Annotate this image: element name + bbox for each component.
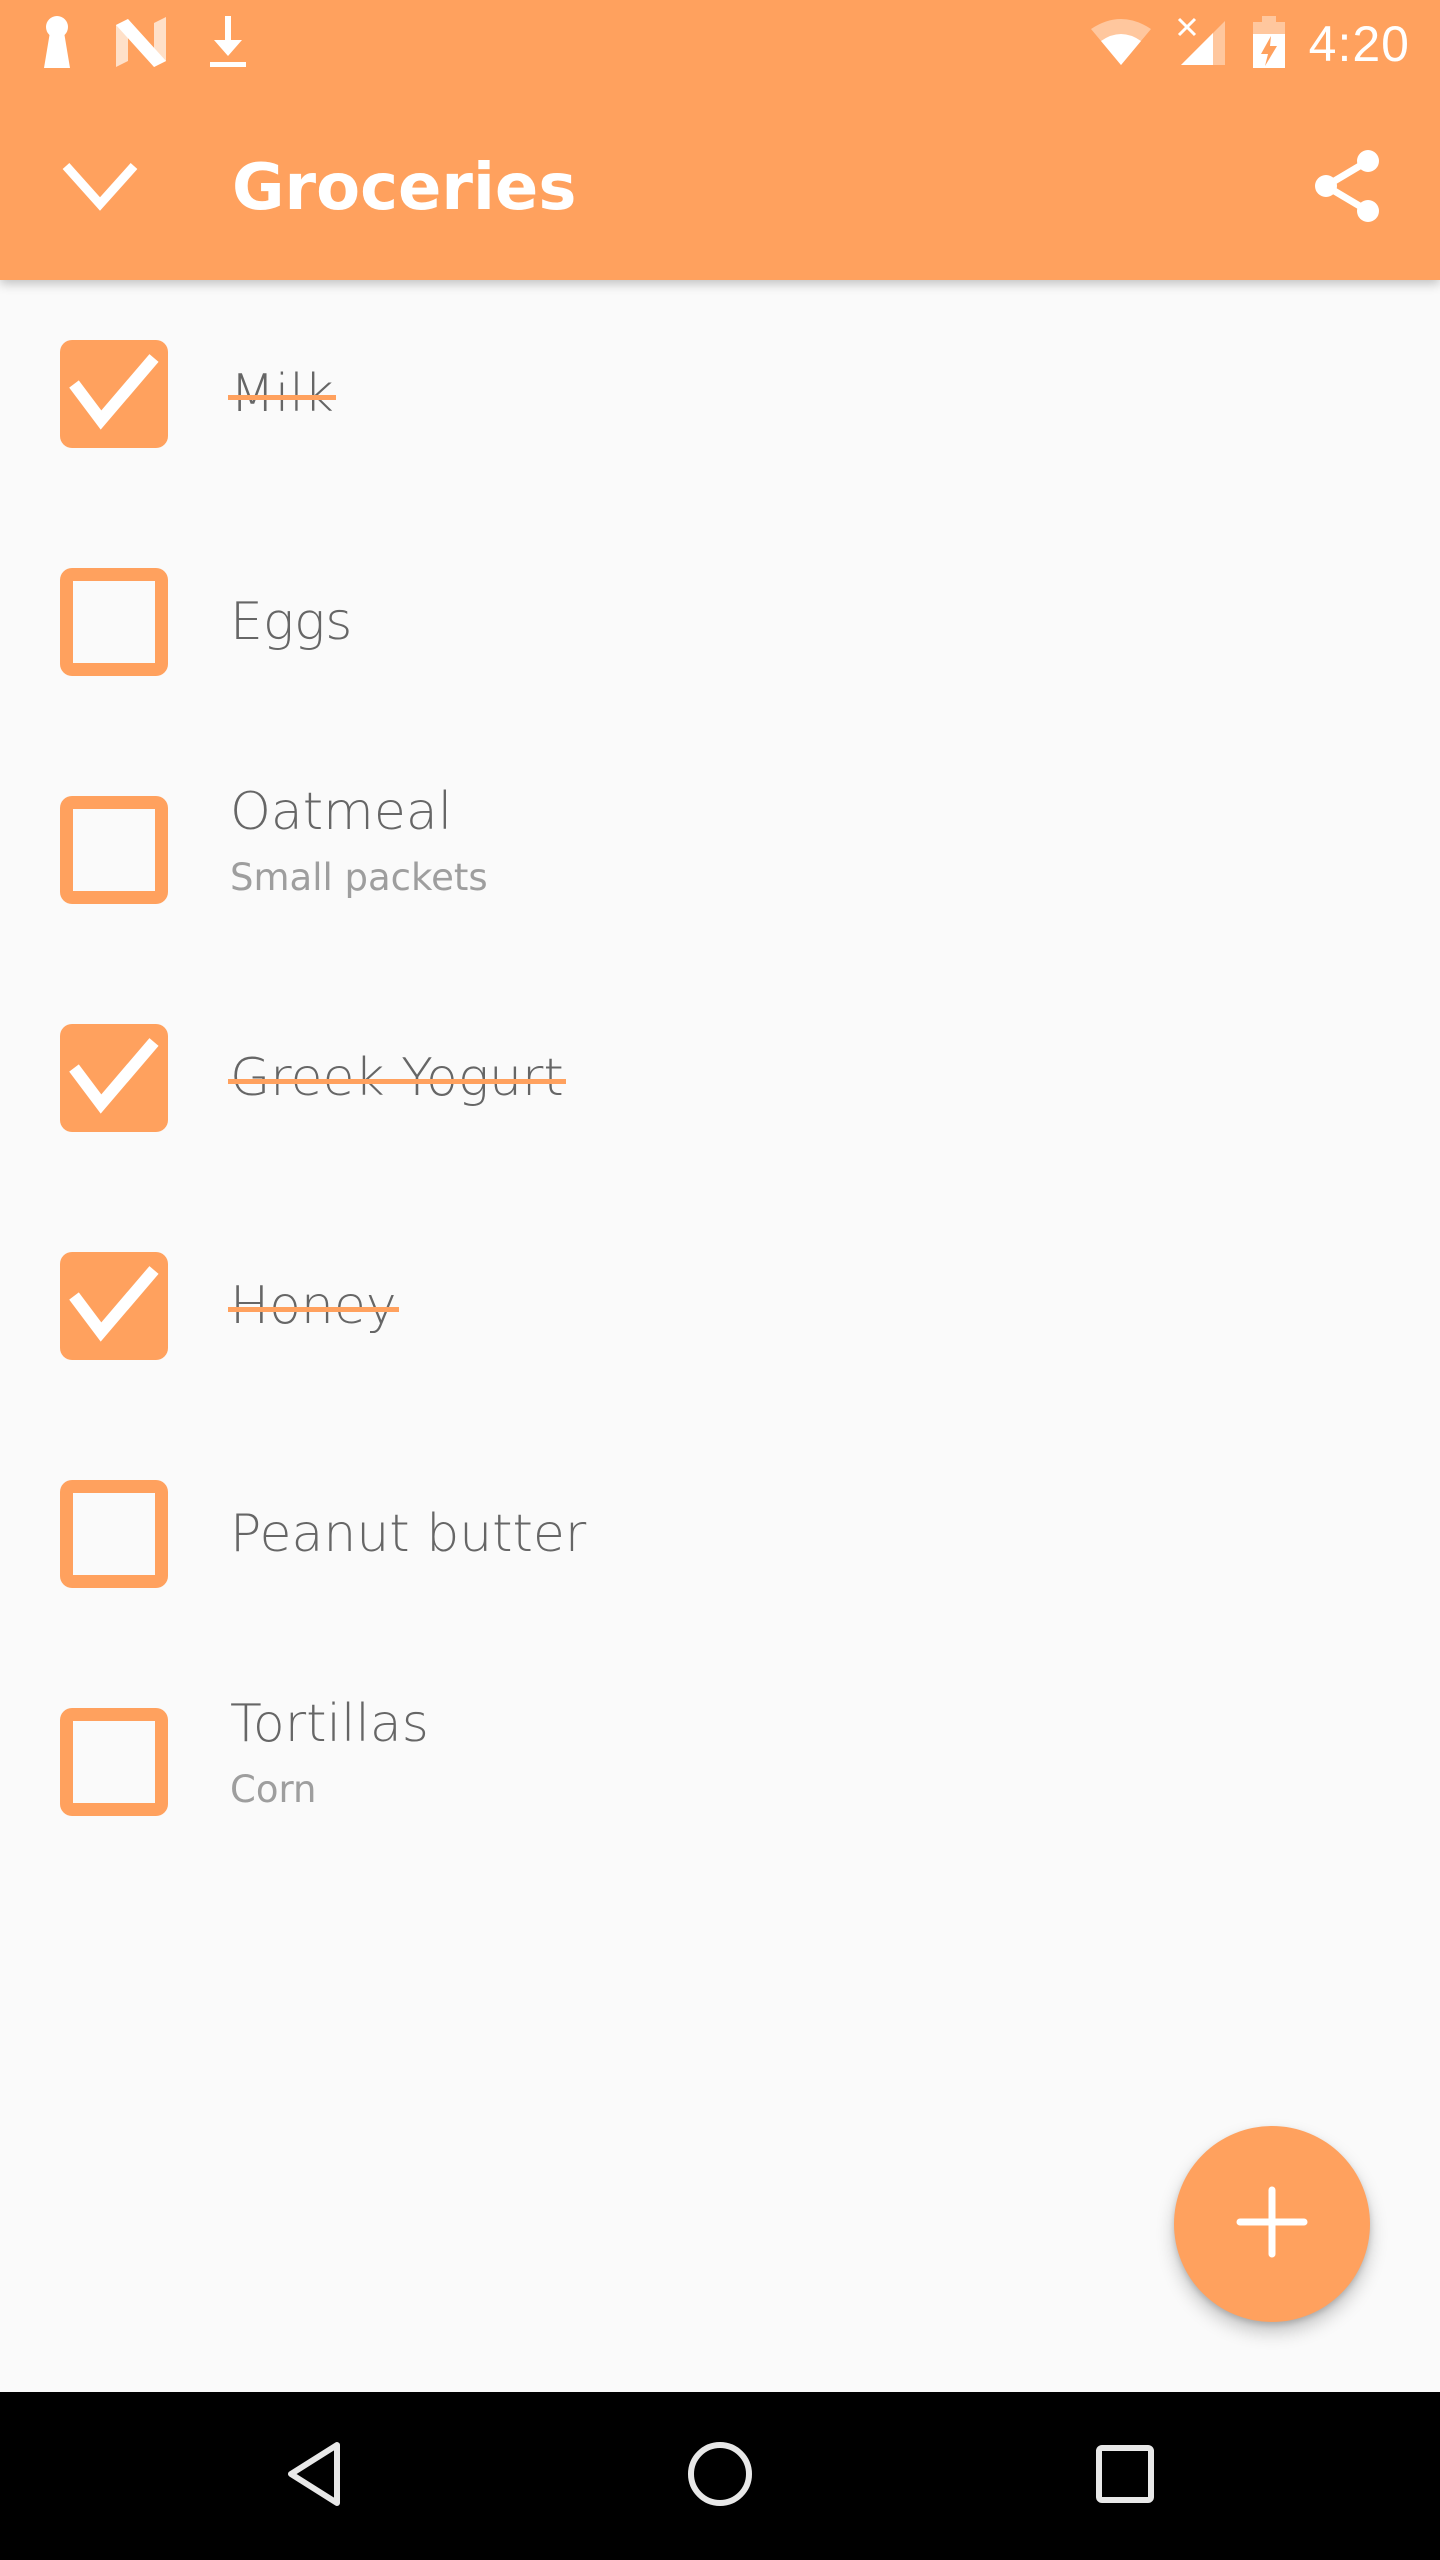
item-text: Honey [228, 1274, 399, 1338]
chevron-down-icon [60, 158, 140, 218]
item-title: Honey [228, 1276, 399, 1336]
item-title: Oatmeal [230, 782, 453, 842]
list-item[interactable]: Eggs [0, 508, 1440, 736]
battery-charging-icon [1251, 14, 1287, 74]
keyhole-icon [40, 14, 74, 74]
back-icon [285, 2441, 345, 2511]
item-checkbox[interactable] [60, 1480, 168, 1588]
item-subtitle: Small packets [230, 856, 488, 899]
page-title: Groceries [232, 151, 577, 225]
clock: 4:20 [1308, 16, 1410, 72]
item-title: Greek Yogurt [228, 1048, 566, 1108]
item-checkbox[interactable] [60, 796, 168, 904]
item-title: Eggs [230, 592, 353, 652]
item-title: Tortillas [230, 1694, 429, 1754]
item-checkbox[interactable] [60, 1024, 168, 1132]
item-text: Greek Yogurt [228, 1046, 566, 1110]
item-checkbox[interactable] [60, 568, 168, 676]
app-bar: Groceries [0, 96, 1440, 280]
signal-no-data-icon [1175, 17, 1229, 71]
n-logo-icon [114, 17, 168, 71]
status-bar-system: 4:20 [1089, 12, 1410, 76]
share-icon [1312, 148, 1384, 228]
recents-button[interactable] [1075, 2426, 1175, 2526]
download-icon [208, 14, 248, 74]
status-bar: 4:20 [0, 0, 1440, 88]
list-item[interactable]: Greek Yogurt [0, 964, 1440, 1192]
item-checkbox[interactable] [60, 1708, 168, 1816]
list-item[interactable]: Peanut butter [0, 1420, 1440, 1648]
item-checkbox[interactable] [60, 340, 168, 448]
top-bar: 4:20 Groceries [0, 0, 1440, 280]
item-title: Peanut butter [230, 1504, 587, 1564]
item-subtitle: Corn [230, 1768, 317, 1811]
list-item[interactable]: Honey [0, 1192, 1440, 1420]
item-text: Eggs [230, 590, 352, 654]
grocery-list: Milk Eggs Oatmeal Small packets Greek Yogurt… [0, 280, 1440, 1876]
collapse-button[interactable] [50, 138, 150, 238]
navigation-bar [0, 2392, 1440, 2560]
item-text: Milk [228, 362, 336, 426]
item-text: Oatmeal Small packets [230, 780, 488, 902]
status-bar-notifications [40, 12, 248, 76]
list-item[interactable]: Milk [0, 280, 1440, 508]
share-button[interactable] [1296, 136, 1400, 240]
recents-icon [1094, 2443, 1156, 2509]
list-item[interactable]: Oatmeal Small packets [0, 736, 1440, 964]
add-item-button[interactable] [1174, 2126, 1370, 2322]
item-checkbox[interactable] [60, 1252, 168, 1360]
item-title: Milk [228, 364, 336, 424]
home-icon [685, 2439, 755, 2513]
item-text: Tortillas Corn [230, 1692, 429, 1814]
item-text: Peanut butter [230, 1502, 586, 1566]
list-item[interactable]: Tortillas Corn [0, 1648, 1440, 1876]
back-button[interactable] [265, 2426, 365, 2526]
wifi-icon [1089, 17, 1153, 71]
home-button[interactable] [670, 2426, 770, 2526]
plus-icon [1236, 2186, 1308, 2262]
